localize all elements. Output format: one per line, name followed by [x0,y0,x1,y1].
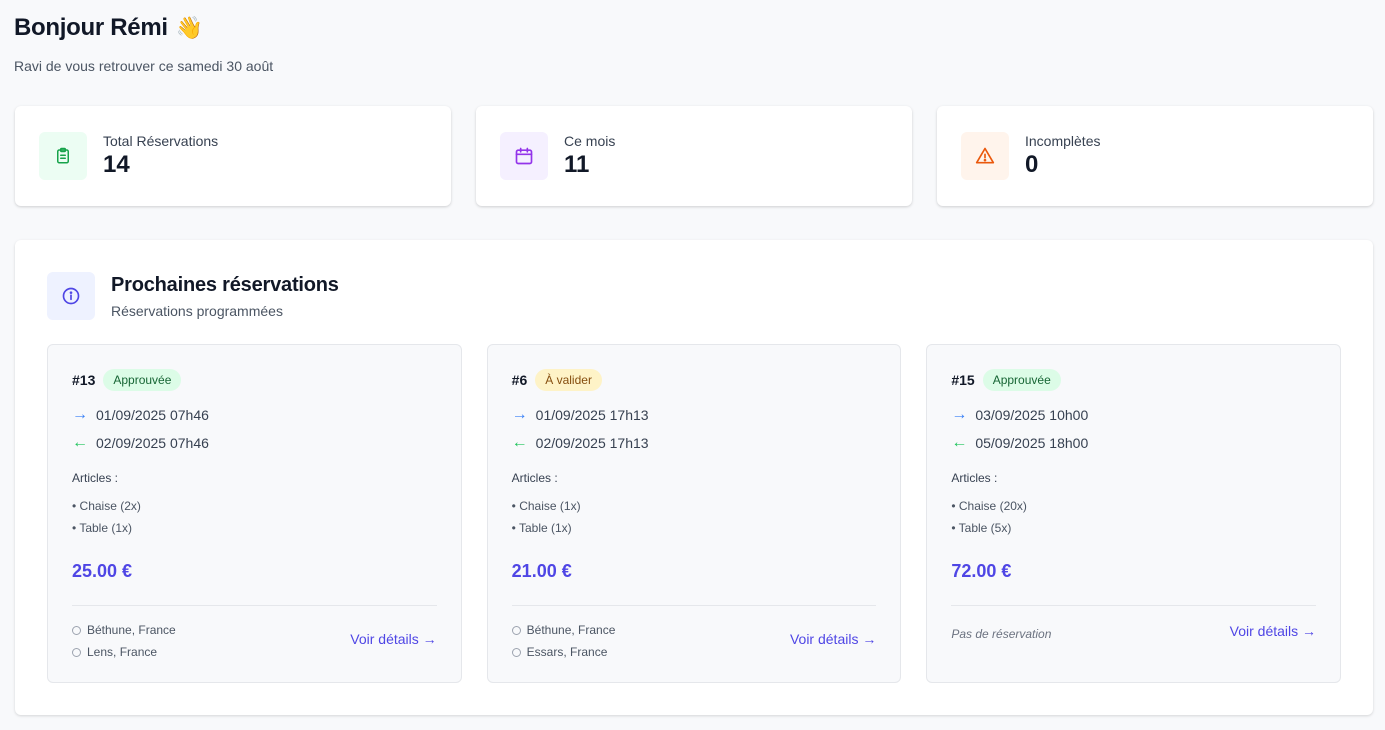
articles-label: Articles : [951,471,998,485]
article-item: • Chaise (2x) [72,499,141,513]
stat-value: 0 [1025,151,1039,178]
price: 72.00 € [951,561,1012,581]
stat-value: 14 [103,151,130,178]
stat-card-incomplete: Incomplètes 0 [937,106,1373,206]
page-header: Bonjour Rémi 👋 Ravi de vous retrouver ce… [14,14,273,74]
end-date-row: ← 02/09/2025 17h13 [511,434,877,452]
wave-icon: 👋 [175,15,203,40]
article-item: • Table (1x) [72,521,133,535]
articles-label: Articles : [511,471,558,485]
greeting-text: Bonjour Rémi [14,14,168,41]
view-details-link[interactable]: Voir détails → [1230,623,1316,639]
stat-value: 11 [564,151,590,178]
reservation-card: #13 Approuvée → 01/09/2025 07h46 ← 02/09… [47,344,462,683]
start-date-row: → 01/09/2025 07h46 [72,406,437,424]
stat-card-month: Ce mois 11 [476,106,912,206]
warning-icon [961,132,1009,180]
arrow-right-icon: → [951,406,968,423]
panel-title: Prochaines réservations [111,273,339,296]
clipboard-icon [39,132,87,180]
reservation-cards: #13 Approuvée → 01/09/2025 07h46 ← 02/09… [47,344,1342,683]
article-item: • Table (1x) [511,521,572,535]
greeting-subtitle: Ravi de vous retrouver ce samedi 30 août [14,58,274,74]
upcoming-reservations-panel: Prochaines réservations Réservations pro… [15,240,1373,715]
status-badge: À valider [535,369,602,391]
stat-label: Incomplètes [1025,133,1101,149]
reservation-id: #6 [511,372,528,388]
article-item: • Chaise (20x) [951,499,1027,513]
status-badge: Approuvée [982,369,1061,391]
view-details-link[interactable]: Voir détails → [790,631,876,647]
panel-subtitle: Réservations programmées [111,302,283,319]
articles-label: Articles : [72,471,119,485]
arrow-right-icon: → [511,406,528,423]
panel-header: Prochaines réservations Réservations pro… [47,272,339,320]
divider [511,605,877,606]
reservation-card: #6 À valider → 01/09/2025 17h13 ← 02/09/… [486,344,902,683]
locations: Béthune, France Essars, France [511,623,616,667]
info-icon [47,272,95,320]
reservation-card: #15 Approuvée → 03/09/2025 10h00 ← 05/09… [926,344,1342,683]
divider [72,605,437,606]
arrow-left-icon: ← [511,434,528,451]
end-date: 05/09/2025 18h00 [975,435,1089,451]
locations: Pas de réservation [951,623,1051,641]
price: 25.00 € [72,561,133,581]
view-details-link[interactable]: Voir détails → [350,631,436,647]
article-item: • Chaise (1x) [511,499,581,513]
location-text: Essars, France [526,645,608,659]
calendar-icon [500,132,548,180]
start-date: 01/09/2025 17h13 [535,407,649,423]
start-date: 03/09/2025 10h00 [975,407,1089,423]
arrow-left-icon: ← [72,434,88,451]
arrow-left-icon: ← [951,434,968,451]
start-date-row: → 03/09/2025 10h00 [951,406,1316,424]
locations: Béthune, France Lens, France [72,623,176,667]
end-date: 02/09/2025 17h13 [535,435,649,451]
location-text: Béthune, France [87,623,176,637]
greeting-title: Bonjour Rémi 👋 [14,14,273,42]
end-date: 02/09/2025 07h46 [96,435,209,451]
stats-row: Total Réservations 14 Ce mois 11 Incompl… [15,106,1373,206]
location-pin-icon [511,647,521,657]
start-date-row: → 01/09/2025 17h13 [511,406,877,424]
location-text: Béthune, France [526,623,616,637]
location-pin-icon [72,625,81,635]
start-date: 01/09/2025 07h46 [96,407,209,423]
reservation-id: #13 [72,372,96,388]
end-date-row: ← 02/09/2025 07h46 [72,434,437,452]
article-item: • Table (5x) [951,521,1012,535]
location-text: Lens, France [87,645,158,659]
reservation-id: #15 [951,372,975,388]
stat-card-total: Total Réservations 14 [15,106,451,206]
status-badge: Approuvée [103,369,182,391]
location-pin-icon [72,647,81,657]
stat-label: Ce mois [564,133,616,149]
price: 21.00 € [511,561,572,581]
location-pin-icon [511,625,521,635]
end-date-row: ← 05/09/2025 18h00 [951,434,1316,452]
arrow-right-icon: → [72,406,88,423]
divider [951,605,1317,606]
stat-label: Total Réservations [103,133,219,149]
no-location-text: Pas de réservation [951,627,1052,641]
